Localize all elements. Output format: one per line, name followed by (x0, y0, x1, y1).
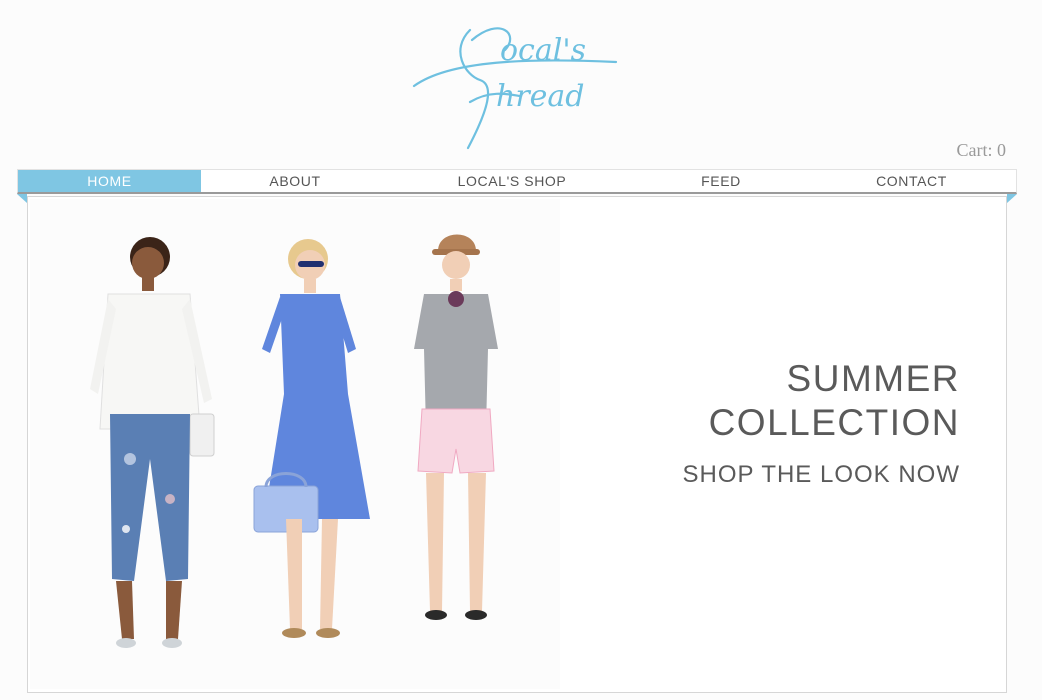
cart-link[interactable]: Cart: 0 (957, 140, 1007, 161)
model-3 (414, 234, 498, 620)
nav-home[interactable]: HOME (18, 170, 201, 192)
hero-image[interactable] (30, 199, 560, 689)
ribbon-fold-left (17, 194, 27, 203)
logo-script: ocal's hread (412, 27, 618, 150)
shop-the-look-link[interactable]: SHOP THE LOOK NOW (683, 461, 961, 489)
nav-contact[interactable]: CONTACT (807, 170, 1016, 192)
main-nav: HOME ABOUT LOCAL'S SHOP FEED CONTACT (17, 169, 1017, 194)
svg-text:hread: hread (496, 79, 585, 114)
hero-promo: SUMMER COLLECTION SHOP THE LOOK NOW (683, 357, 961, 489)
svg-text:ocal's: ocal's (500, 33, 586, 68)
models-illustration (90, 234, 498, 648)
hero-title: SUMMER COLLECTION (708, 358, 960, 443)
site-logo[interactable]: ocal's hread (410, 20, 622, 152)
model-1 (90, 237, 215, 648)
nav-locals-shop[interactable]: LOCAL'S SHOP (389, 170, 635, 192)
nav-about[interactable]: ABOUT (201, 170, 389, 192)
hero-panel: SUMMER COLLECTION SHOP THE LOOK NOW (27, 196, 1007, 693)
model-2 (253, 239, 370, 638)
ribbon-fold-right (1007, 194, 1017, 203)
nav-feed[interactable]: FEED (635, 170, 807, 192)
